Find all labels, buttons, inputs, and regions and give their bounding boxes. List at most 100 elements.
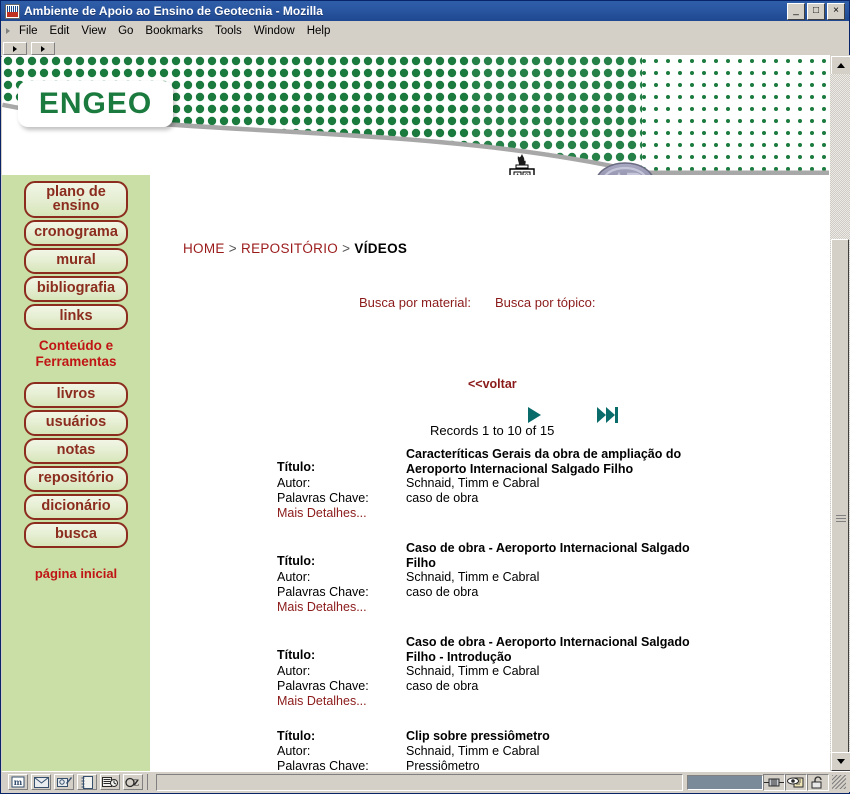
breadcrumb-home[interactable]: HOME <box>183 241 225 256</box>
minimize-button[interactable]: _ <box>787 2 805 20</box>
page-scrollbar[interactable] <box>829 55 850 772</box>
record-title-label: Título: <box>277 648 316 662</box>
sidebar-item-cronograma[interactable]: cronograma <box>24 220 128 246</box>
sidebar-item-usuarios[interactable]: usuários <box>24 410 128 436</box>
scrollbar-track[interactable] <box>830 74 850 772</box>
maximize-button[interactable]: □ <box>807 2 825 20</box>
sidebar-section-title-line1: Conteúdo e <box>38 338 114 353</box>
record-keywords-label: Palavras Chave: <box>277 491 369 505</box>
record-author-label: Autor: <box>277 744 311 758</box>
record-title-value: Caracteríticas Gerais da obra de ampliaç… <box>406 447 682 476</box>
university-crest-icon: A Ω <box>509 154 535 175</box>
web-page: ENGEO SEAD A Ω <box>2 55 830 772</box>
progress-meter <box>687 774 763 790</box>
security-padlock-icon[interactable] <box>807 773 829 791</box>
record-labels: Título: Autor: Palavras Chave: Mais Deta… <box>277 554 407 615</box>
composer-icon[interactable] <box>54 774 74 790</box>
network-connection-icon[interactable] <box>763 773 785 791</box>
record-title-label: Título: <box>277 729 316 743</box>
record-values: Caso de obra - Aeroporto Internacional S… <box>406 635 696 694</box>
record-keywords-label: Palavras Chave: <box>277 679 369 693</box>
sidebar-section-title-line2: Ferramentas <box>35 354 117 369</box>
ufrgs-oval-icon <box>597 162 653 175</box>
record-keywords-value: caso de obra <box>406 585 479 599</box>
search-material-label: Busca por material: <box>359 295 471 310</box>
record-author-label: Autor: <box>277 476 311 490</box>
records-list: Título: Autor: Palavras Chave: Mais Deta… <box>150 447 830 772</box>
sidebar-tools-list: livros usuários notas repositório dicion… <box>2 376 150 548</box>
svg-text:Z: Z <box>133 777 139 787</box>
record-details-link[interactable]: Mais Detalhes... <box>277 506 407 521</box>
menubar-grippy[interactable] <box>3 21 13 40</box>
engeo-logo[interactable]: ENGEO <box>18 81 173 127</box>
sidebar-item-bibliografia[interactable]: bibliografia <box>24 276 128 302</box>
sidebar-item-mural[interactable]: mural <box>24 248 128 274</box>
record-labels: Título: Autor: Palavras Chave: Mais Deta… <box>277 460 407 521</box>
status-divider <box>147 774 148 790</box>
content-viewport: ENGEO SEAD A Ω <box>2 55 850 772</box>
record-keywords-label: Palavras Chave: <box>277 585 369 599</box>
record-labels: Título: Autor: Palavras Chave: Mais Deta… <box>277 648 407 709</box>
breadcrumb: HOME > REPOSITÓRIO > VÍDEOS <box>183 241 407 256</box>
sidebar-item-dicionario[interactable]: dicionário <box>24 494 128 520</box>
menu-view[interactable]: View <box>75 23 112 39</box>
breadcrumb-separator-2: > <box>342 241 351 256</box>
sidebar-item-notas[interactable]: notas <box>24 438 128 464</box>
record-keywords-value: caso de obra <box>406 679 479 693</box>
scroll-up-button[interactable] <box>831 56 850 75</box>
main-content: HOME > REPOSITÓRIO > VÍDEOS Busca por ma… <box>150 175 830 772</box>
table-row: Título: Autor: Palavras Chave: Mais Deta… <box>150 541 830 616</box>
menu-bar: File Edit View Go Bookmarks Tools Window… <box>1 21 849 41</box>
menu-tools[interactable]: Tools <box>209 23 248 39</box>
record-values: Caso de obra - Aeroporto Internacional S… <box>406 541 696 600</box>
scrollbar-thumb[interactable] <box>831 239 849 772</box>
browser-icon[interactable]: m <box>8 774 28 790</box>
menu-help[interactable]: Help <box>301 23 337 39</box>
skip-to-last-icon[interactable] <box>597 407 618 423</box>
record-labels: Título: Autor: Palavras Chave: Mais Deta… <box>277 729 407 772</box>
sidebar-item-repositorio[interactable]: repositório <box>24 466 128 492</box>
menu-window[interactable]: Window <box>248 23 301 39</box>
record-title-label: Título: <box>277 554 316 568</box>
navigation-toolbar-grippy[interactable] <box>3 42 27 55</box>
resize-grip[interactable] <box>832 775 846 789</box>
sidebar-item-busca[interactable]: busca <box>24 522 128 548</box>
record-author-value: Schnaid, Timm e Cabral <box>406 570 540 584</box>
sidebar-item-plano-de-ensino[interactable]: plano de ensino <box>24 181 128 218</box>
sidebar-item-links[interactable]: links <box>24 304 128 330</box>
menu-file[interactable]: File <box>13 23 44 39</box>
record-values: Caracteríticas Gerais da obra de ampliaç… <box>406 447 696 506</box>
table-row: Título: Autor: Palavras Chave: Mais Deta… <box>150 635 830 710</box>
record-details-link[interactable]: Mais Detalhes... <box>277 600 407 615</box>
sidebar-item-label-line2: ensino <box>52 198 100 214</box>
search-topic-label: Busca por tópico: <box>495 295 596 310</box>
svg-text:m: m <box>14 777 23 787</box>
play-next-icon[interactable] <box>528 407 541 423</box>
mail-icon[interactable] <box>31 774 51 790</box>
record-details-link[interactable]: Mais Detalhes... <box>277 694 407 709</box>
record-title-value: Caso de obra - Aeroporto Internacional S… <box>406 541 690 570</box>
sidebar-home-link[interactable]: página inicial <box>2 566 150 581</box>
record-author-value: Schnaid, Timm e Cabral <box>406 476 540 490</box>
title-bar: Ambiente de Apoio ao Ensino de Geotecnia… <box>1 1 849 21</box>
back-link[interactable]: <<voltar <box>468 377 517 391</box>
toolbar-empty-space <box>57 41 849 56</box>
mozilla-icon <box>5 3 20 19</box>
menu-bookmarks[interactable]: Bookmarks <box>139 23 209 39</box>
chatzilla-icon[interactable]: Z <box>123 774 143 790</box>
table-row: Título: Autor: Palavras Chave: Mais Deta… <box>150 447 830 522</box>
addressbook-icon[interactable] <box>77 774 97 790</box>
sidebar-item-livros[interactable]: livros <box>24 382 128 408</box>
personal-toolbar-grippy[interactable] <box>31 42 55 55</box>
breadcrumb-repositorio[interactable]: REPOSITÓRIO <box>241 241 338 256</box>
records-count: Records 1 to 10 of 15 <box>430 423 555 438</box>
menu-edit[interactable]: Edit <box>44 23 76 39</box>
record-title-value: Clip sobre pressiômetro <box>406 729 550 743</box>
menu-go[interactable]: Go <box>112 23 139 39</box>
record-title-label: Título: <box>277 460 316 474</box>
irc-chatzilla-icon[interactable] <box>100 774 120 790</box>
cookie-manager-icon[interactable] <box>785 773 807 791</box>
scroll-down-button[interactable] <box>831 752 850 771</box>
record-author-value: Schnaid, Timm e Cabral <box>406 743 540 758</box>
close-button[interactable]: × <box>827 2 845 20</box>
